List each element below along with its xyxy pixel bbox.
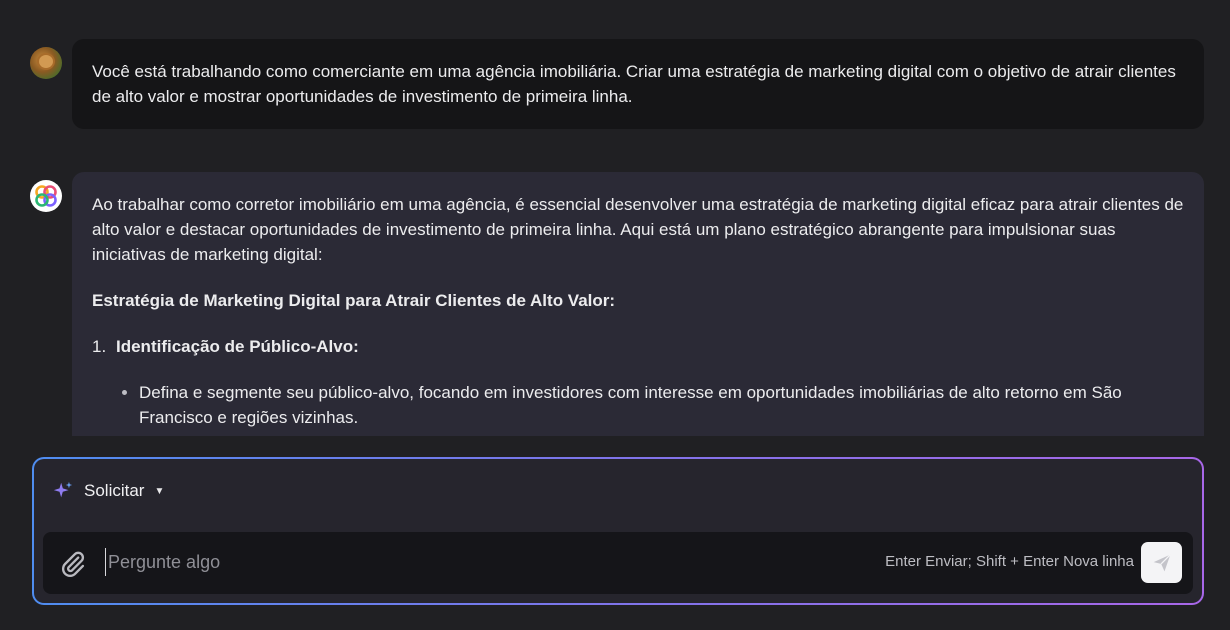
assistant-message-bubble: Ao trabalhar como corretor imobiliário e… xyxy=(72,172,1204,436)
assistant-intro: Ao trabalhar como corretor imobiliário e… xyxy=(92,195,1184,264)
composer-panel: Solicitar ▼ Enter Enviar; Shift + Enter … xyxy=(34,459,1202,603)
bullet-item-text: Defina e segmente seu público-alvo, foca… xyxy=(139,383,1122,427)
assistant-avatar xyxy=(30,180,62,212)
chat-area: Você está trabalhando como comerciante e… xyxy=(0,0,1230,436)
assistant-logo-icon xyxy=(35,185,57,207)
user-message-text: Você está trabalhando como comerciante e… xyxy=(92,62,1176,106)
send-button[interactable] xyxy=(1141,542,1182,583)
ordered-list-item: 1. Identificação de Público-Alvo: xyxy=(92,334,1184,359)
paper-plane-icon xyxy=(1153,553,1171,571)
list-item-number: 1. xyxy=(92,337,107,356)
mode-selector[interactable]: Solicitar ▼ xyxy=(52,479,164,503)
sparkle-icon xyxy=(53,481,73,498)
mode-label: Solicitar xyxy=(84,481,145,500)
prompt-input[interactable] xyxy=(105,548,805,576)
paperclip-icon[interactable] xyxy=(59,550,87,578)
bullet-item: Defina e segmente seu público-alvo, foca… xyxy=(92,380,1184,430)
assistant-heading: Estratégia de Marketing Digital para Atr… xyxy=(92,291,616,310)
composer: Solicitar ▼ Enter Enviar; Shift + Enter … xyxy=(32,457,1204,605)
user-avatar xyxy=(30,47,62,79)
list-item-title: Identificação de Público-Alvo: xyxy=(116,337,359,356)
input-row: Enter Enviar; Shift + Enter Nova linha xyxy=(43,532,1193,594)
caret-down-icon: ▼ xyxy=(154,485,165,497)
keyboard-hint: Enter Enviar; Shift + Enter Nova linha xyxy=(885,553,1134,570)
user-message-bubble: Você está trabalhando como comerciante e… xyxy=(72,39,1204,129)
